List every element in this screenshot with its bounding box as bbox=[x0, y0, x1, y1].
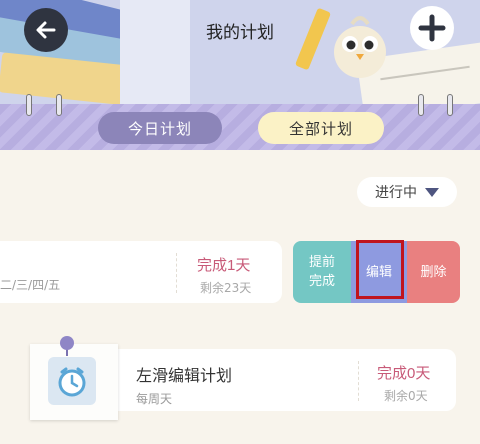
plan-frequency: 每周天 bbox=[136, 392, 173, 406]
status-filter-value: 进行中 bbox=[375, 185, 417, 201]
banner-illustration-paper bbox=[120, 0, 190, 104]
delete-button[interactable]: 删除 bbox=[407, 241, 460, 303]
alarm-clock-icon bbox=[58, 367, 86, 397]
plus-icon bbox=[418, 14, 446, 42]
page-title: 我的计划 bbox=[206, 23, 274, 42]
plan-icon-box bbox=[48, 357, 96, 405]
card-divider bbox=[176, 253, 177, 293]
card-divider bbox=[358, 361, 359, 401]
finish-early-label-line1: 提前 bbox=[308, 255, 335, 270]
delete-button-label: 删除 bbox=[420, 264, 447, 280]
header-banner bbox=[0, 0, 480, 104]
plan-completed-days: 完成0天 bbox=[377, 365, 431, 382]
binder-ring bbox=[56, 94, 62, 116]
plan-remaining-days: 剩余0天 bbox=[384, 389, 428, 403]
caret-down-icon bbox=[425, 187, 439, 197]
edit-button-highlight-box bbox=[356, 240, 404, 299]
plan-name: 左滑编辑计划 bbox=[136, 368, 233, 385]
binder-ring bbox=[447, 94, 453, 116]
binder-ring bbox=[26, 94, 32, 116]
tab-bar bbox=[0, 104, 480, 150]
status-filter-dropdown[interactable]: 进行中 bbox=[357, 177, 457, 207]
binder-ring bbox=[418, 94, 424, 116]
add-plan-button[interactable] bbox=[410, 6, 454, 50]
pushpin-icon bbox=[60, 336, 74, 350]
plan-completed-days: 完成1天 bbox=[197, 257, 251, 274]
tab-all-plans[interactable]: 全部计划 bbox=[258, 112, 384, 144]
plan-remaining-days: 剩余23天 bbox=[200, 281, 252, 295]
plan-card[interactable]: 二/三/四/五 完成1天 剩余23天 bbox=[0, 241, 282, 303]
finish-early-button[interactable]: 提前 完成 bbox=[293, 241, 351, 303]
plan-frequency: 二/三/四/五 bbox=[0, 278, 61, 292]
tab-today-plans[interactable]: 今日计划 bbox=[98, 112, 222, 144]
finish-early-label-line2: 完成 bbox=[308, 274, 335, 289]
